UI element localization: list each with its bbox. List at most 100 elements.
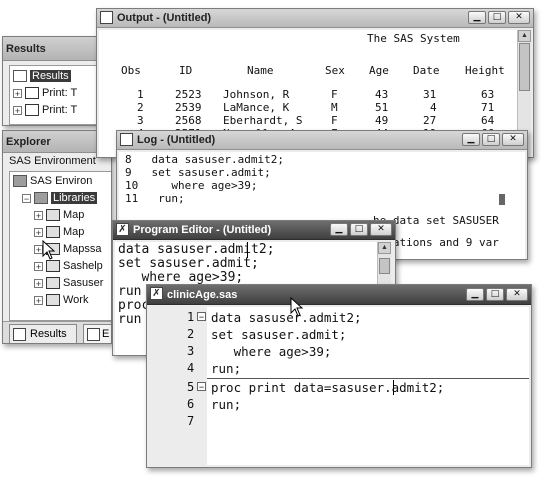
tree-library-item[interactable]: + Work xyxy=(34,292,88,308)
tree-library-item[interactable]: + Map xyxy=(34,207,84,223)
maximize-button[interactable]: □ xyxy=(488,11,506,24)
log-line: 8 data sasuser.admit2; xyxy=(125,153,284,166)
results-root-item[interactable]: Results xyxy=(13,68,71,84)
code-line: 6 run; xyxy=(149,396,529,413)
maximize-button[interactable]: □ xyxy=(486,288,504,301)
table-row: 3 2568 Eberhardt, S F 49 27 64 xyxy=(99,114,517,127)
expand-icon[interactable]: + xyxy=(34,210,43,220)
scroll-up-arrow-icon[interactable]: ▲ xyxy=(378,242,391,254)
cell-height: 63 xyxy=(481,88,495,101)
cell-name: LaMance, K xyxy=(223,101,290,114)
col-height: Height xyxy=(465,64,505,77)
tab-results[interactable]: Results xyxy=(9,324,77,343)
clinic-age-window-buttons: ▁ □ ✕ xyxy=(466,288,528,301)
fold-marker-icon[interactable]: − xyxy=(197,382,206,392)
minimize-button[interactable]: ▁ xyxy=(468,11,486,24)
close-button[interactable]: ✕ xyxy=(508,11,530,24)
fold-marker-icon[interactable]: − xyxy=(197,312,206,322)
log-window-icon xyxy=(120,133,133,146)
expand-icon[interactable]: + xyxy=(34,278,43,288)
cell-sex: M xyxy=(331,101,338,114)
log-line-text: run; xyxy=(138,192,185,205)
log-line-number: 10 xyxy=(125,179,139,192)
log-window-buttons: ▁ □ ✕ xyxy=(462,133,524,146)
results-print-item-2[interactable]: + Print: T xyxy=(13,102,77,118)
minimize-button[interactable]: ▁ xyxy=(466,288,484,301)
minimize-button[interactable]: ▁ xyxy=(462,133,480,146)
output-window-icon xyxy=(100,11,113,24)
expand-icon[interactable]: + xyxy=(34,295,43,305)
log-line-text: set sasuser.admit; xyxy=(131,166,271,179)
scroll-up-arrow-icon[interactable]: ▲ xyxy=(518,30,531,42)
cell-date: 31 xyxy=(423,88,437,101)
tree-label: Map xyxy=(63,209,85,221)
clinic-age-editor[interactable]: 1 − data sasuser.admit2; 2 set sasuser.a… xyxy=(149,307,529,465)
cell-age: 49 xyxy=(375,114,389,127)
expand-icon[interactable]: + xyxy=(34,261,43,271)
expand-icon[interactable]: + xyxy=(13,88,22,98)
close-button[interactable]: ✕ xyxy=(506,288,528,301)
tab-results-label: Results xyxy=(30,328,67,340)
code-line: 2 set sasuser.admit; xyxy=(149,326,529,343)
tree-label: Libraries xyxy=(51,192,98,204)
library-cabinet-icon xyxy=(34,192,48,204)
log-cursor-icon xyxy=(499,194,505,205)
minimize-button[interactable]: ▁ xyxy=(330,223,348,236)
line-number: 5 xyxy=(187,380,195,394)
explorer-title: Explorer xyxy=(6,136,51,148)
log-title-bar[interactable]: Log - (Untitled) ▁ □ ✕ xyxy=(117,131,527,150)
tree-library-item[interactable]: + Map xyxy=(34,224,84,240)
output-header-row: Obs ID Name Sex Age Date Height xyxy=(99,64,517,78)
code-line: 1 − data sasuser.admit2; xyxy=(149,309,529,326)
log-line-number: 8 xyxy=(125,153,132,166)
expand-icon[interactable]: + xyxy=(13,105,22,115)
line-number: 2 xyxy=(187,327,195,341)
explorer-title-bar[interactable]: Explorer xyxy=(3,131,111,153)
close-button[interactable]: ✕ xyxy=(502,133,524,146)
code-line: 5 − proc print data=sasuser.admit2; xyxy=(149,379,529,396)
clinic-age-title: clinicAge.sas xyxy=(167,289,238,301)
code-text: proc print data=sasuser.admit2; xyxy=(211,380,445,395)
results-print-label-1: Print: T xyxy=(42,87,78,99)
close-button[interactable]: ✕ xyxy=(370,223,392,236)
mouse-pointer-icon xyxy=(42,240,56,260)
editor-window-icon: ✗ xyxy=(150,287,163,300)
maximize-button[interactable]: □ xyxy=(350,223,368,236)
results-title-bar[interactable]: Results xyxy=(3,37,105,61)
col-id: ID xyxy=(179,64,193,77)
cell-age: 51 xyxy=(375,101,389,114)
tree-library-item[interactable]: + Sasuser xyxy=(34,275,103,291)
expand-icon[interactable]: + xyxy=(34,227,43,237)
computer-icon xyxy=(13,175,27,187)
code-text: run; xyxy=(211,397,242,412)
col-age: Age xyxy=(369,64,389,77)
printer-icon xyxy=(25,87,39,99)
output-title-bar[interactable]: Output - (Untitled) ▁ □ ✕ xyxy=(97,9,533,28)
tab-explorer[interactable]: E xyxy=(83,324,111,343)
program-editor-title-bar[interactable]: ✗ Program Editor - (Untitled) ▁ □ ✕ xyxy=(113,221,395,240)
results-print-item-1[interactable]: + Print: T xyxy=(13,85,77,101)
library-icon xyxy=(46,277,60,289)
clinic-age-title-bar[interactable]: ✗ clinicAge.sas ▁ □ ✕ xyxy=(147,285,531,305)
log-line-number: 9 xyxy=(125,166,132,179)
code-text: where age>39; xyxy=(211,344,332,359)
col-name: Name xyxy=(247,64,274,77)
tree-library-item[interactable]: + Sashelp xyxy=(34,258,103,274)
collapse-icon[interactable]: − xyxy=(22,193,31,203)
line-number: 7 xyxy=(187,414,195,428)
scroll-thumb[interactable] xyxy=(379,258,390,274)
editor-line: run xyxy=(118,312,142,327)
results-tree: Results + Print: T + Print: T xyxy=(9,65,105,125)
tree-libraries[interactable]: − Libraries xyxy=(22,190,98,206)
results-root-label: Results xyxy=(30,70,71,82)
log-line: 11 run; xyxy=(125,192,185,205)
tree-sas-environment[interactable]: SAS Environ xyxy=(13,173,92,189)
tree-label: Sasuser xyxy=(63,277,104,289)
code-text: data sasuser.admit2; xyxy=(211,310,362,325)
tab-explorer-label: E xyxy=(102,328,110,340)
cell-name: Eberhardt, S xyxy=(223,114,303,127)
maximize-button[interactable]: □ xyxy=(482,133,500,146)
scroll-thumb[interactable] xyxy=(519,43,530,91)
line-number: 3 xyxy=(187,344,195,358)
col-obs: Obs xyxy=(121,64,141,77)
